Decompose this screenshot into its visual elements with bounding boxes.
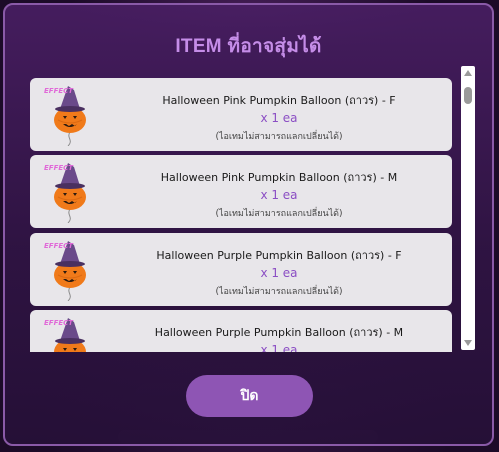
- item-name: Halloween Purple Pumpkin Balloon (ถาวร) …: [156, 249, 402, 262]
- item-list[interactable]: EFFECT Halloween Pink Pumpkin Balloon (ถา…: [30, 75, 452, 352]
- pumpkin-witch-hat-balloon-icon: EFFECT: [38, 84, 102, 147]
- item-quantity: x 1 ea: [260, 266, 298, 280]
- scroll-up-icon[interactable]: [464, 70, 472, 76]
- item-quantity: x 1 ea: [260, 343, 298, 352]
- item-name: Halloween Purple Pumpkin Balloon (ถาวร) …: [154, 326, 404, 339]
- effect-tag: EFFECT: [44, 319, 74, 327]
- pumpkin-witch-hat-balloon-icon: EFFECT: [38, 316, 102, 352]
- item-card: EFFECT Halloween Pink Pumpkin Balloon (ถา…: [30, 155, 452, 228]
- item-note: (ไอเทมไม่สามารถแลกเปลี่ยนได้): [215, 209, 343, 219]
- item-name: Halloween Pink Pumpkin Balloon (ถาวร) - …: [162, 94, 396, 107]
- item-card: EFFECT Halloween Pink Pumpkin Balloon (ถา…: [30, 78, 452, 151]
- scroll-down-icon[interactable]: [464, 340, 472, 346]
- item-note: (ไอเทมไม่สามารถแลกเปลี่ยนได้): [215, 132, 343, 142]
- effect-tag: EFFECT: [44, 164, 74, 172]
- item-card: EFFECT Halloween Purple Pumpkin Balloon (…: [30, 310, 452, 352]
- scroll-thumb[interactable]: [464, 87, 472, 104]
- scrollbar[interactable]: [461, 66, 475, 350]
- close-button[interactable]: ปิด: [186, 375, 313, 417]
- effect-tag: EFFECT: [44, 87, 74, 95]
- pumpkin-witch-hat-balloon-icon: EFFECT: [38, 161, 102, 224]
- item-name: Halloween Pink Pumpkin Balloon (ถาวร) - …: [160, 171, 398, 184]
- item-card: EFFECT Halloween Purple Pumpkin Balloon (…: [30, 233, 452, 306]
- modal-title: ITEM ที่อาจสุ่มได้: [175, 36, 322, 57]
- item-note: (ไอเทมไม่สามารถแลกเปลี่ยนได้): [215, 287, 343, 297]
- item-quantity: x 1 ea: [260, 111, 298, 125]
- item-quantity: x 1 ea: [260, 188, 298, 202]
- effect-tag: EFFECT: [44, 242, 74, 250]
- pumpkin-witch-hat-balloon-icon: EFFECT: [38, 239, 102, 302]
